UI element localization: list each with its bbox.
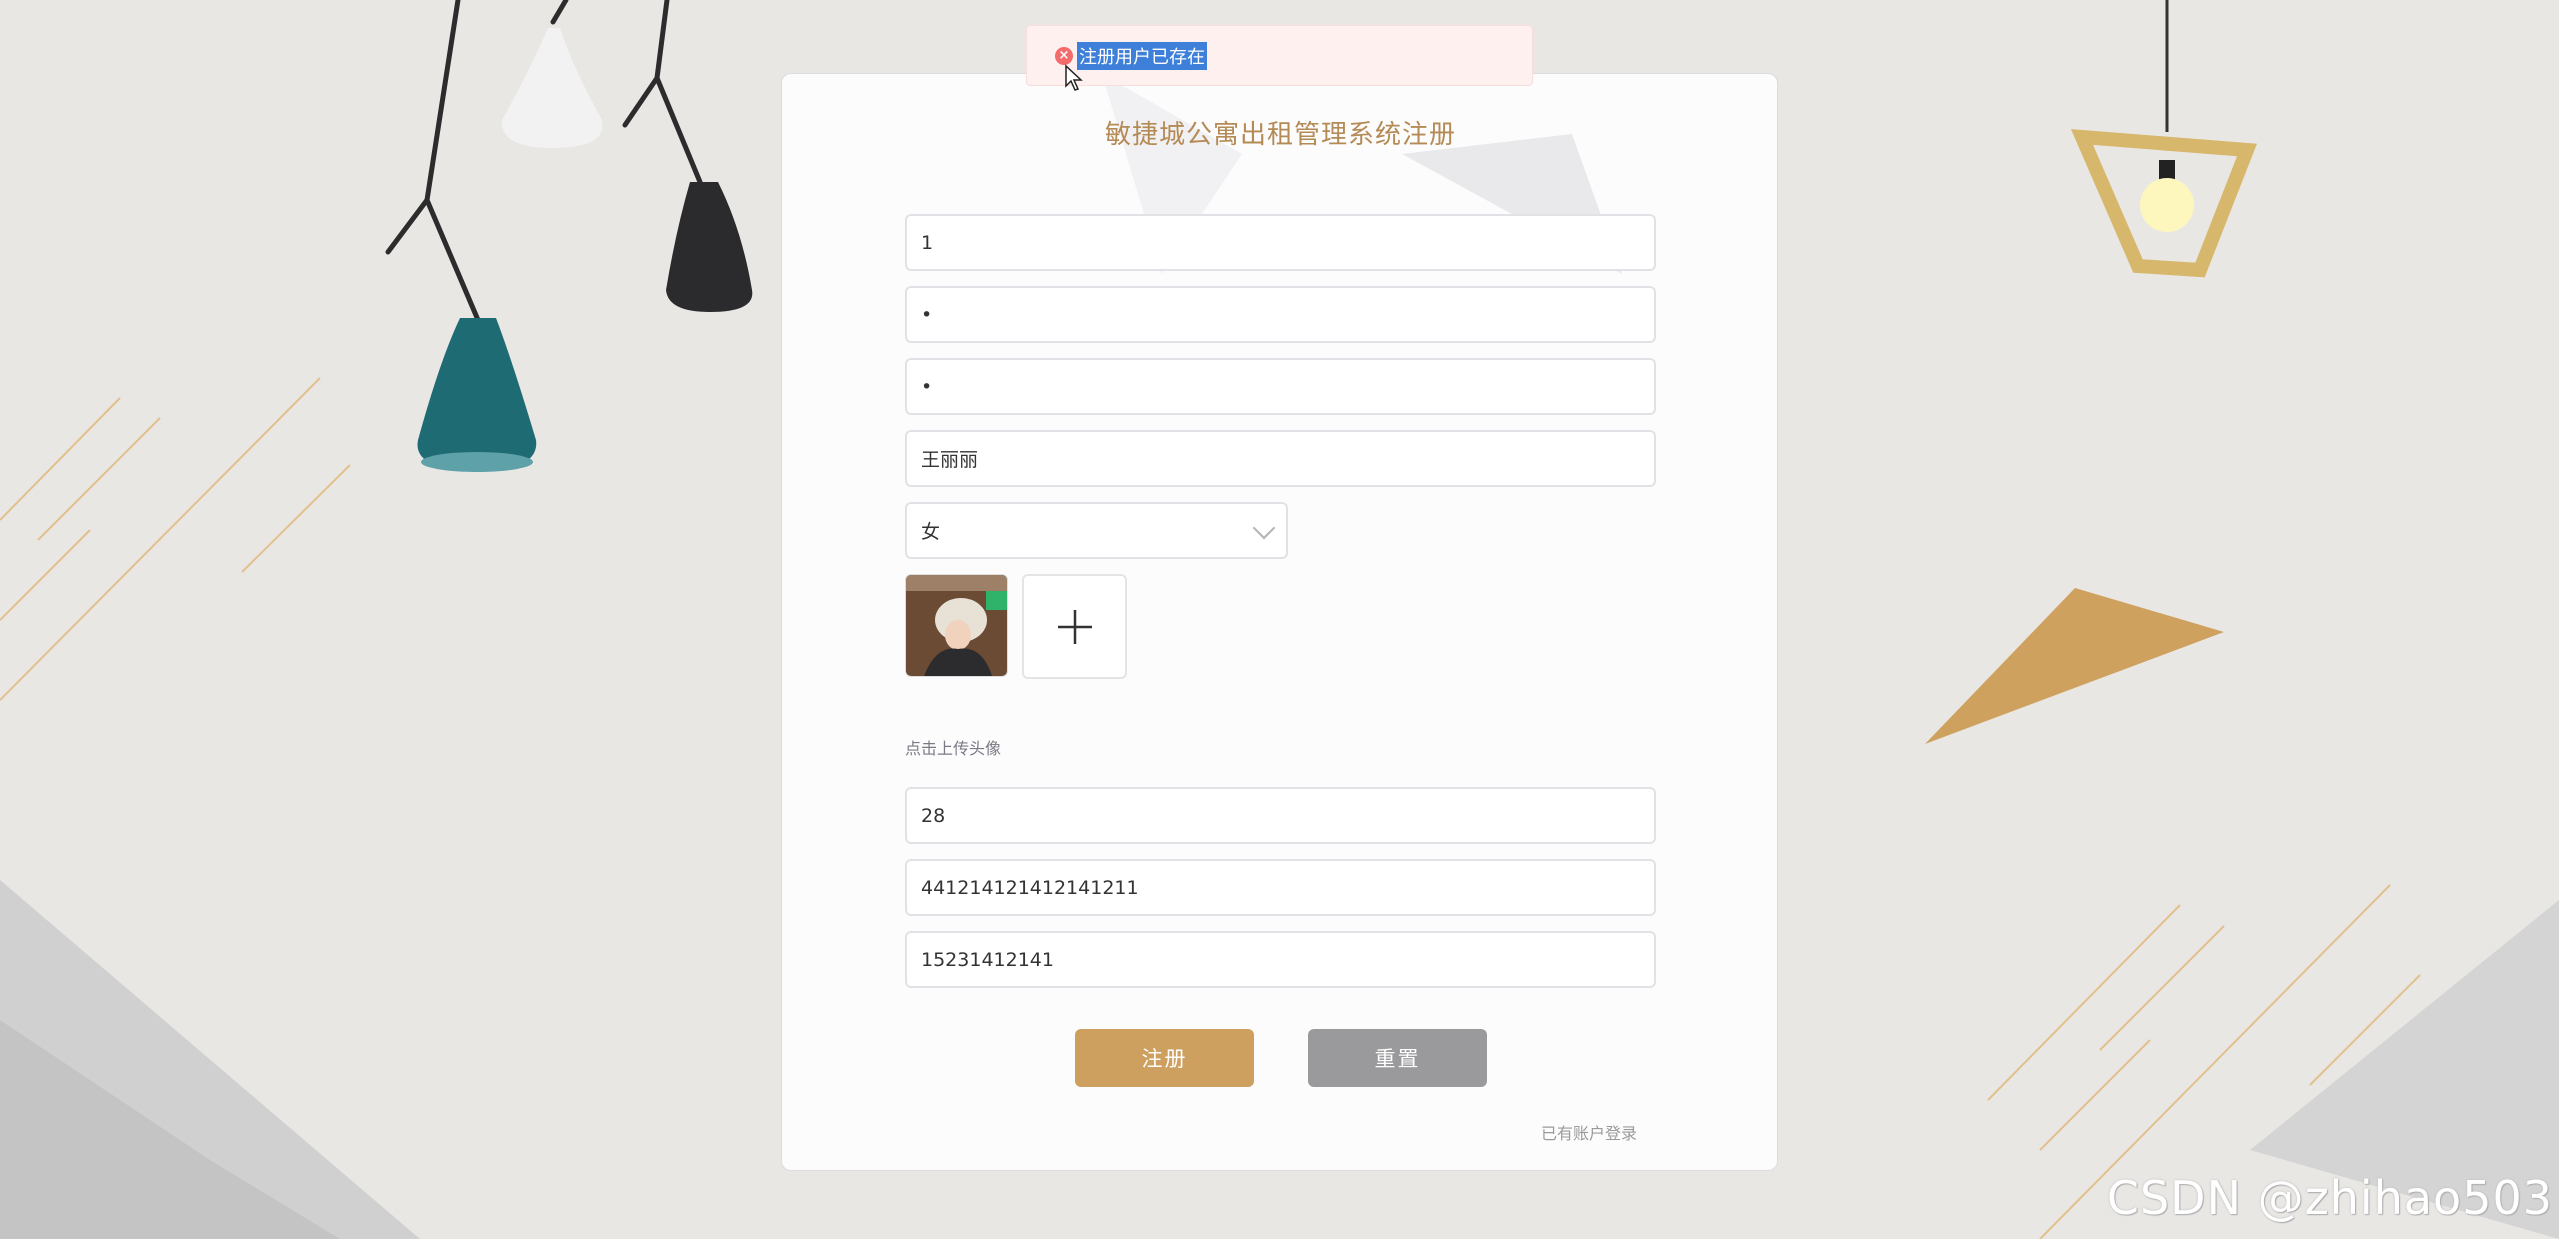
avatar-preview[interactable] [905,574,1008,677]
gender-select-value: 女 [921,521,941,543]
avatar-upload-button[interactable] [1022,574,1127,679]
age-field[interactable]: 28 [905,787,1656,844]
page-title: 敏捷城公寓出租管理系统注册 [1104,120,1456,150]
confirm-password-field[interactable]: • [905,358,1656,415]
toast-message: 注册用户已存在 [1077,41,1207,70]
plus-icon [1057,609,1092,644]
mouse-cursor-icon [1065,64,1083,91]
name-field[interactable]: 王丽丽 [905,430,1656,487]
phone-field[interactable]: 15231412141 [905,931,1656,988]
gender-select[interactable]: 女 [905,502,1288,559]
id-card-field[interactable]: 441214121412141211 [905,859,1656,916]
password-field[interactable]: • [905,286,1656,343]
register-card: 敏捷城公寓出租管理系统注册 1 • • 王丽丽 女 点击上传头像 28 4412… [781,73,1778,1171]
register-button[interactable]: 注册 [1075,1029,1254,1087]
reset-button[interactable]: 重置 [1308,1029,1487,1087]
chevron-down-icon [1252,516,1276,539]
error-toast: × 注册用户已存在 [1026,25,1533,86]
account-field[interactable]: 1 [905,214,1656,271]
login-link[interactable]: 已有账户登录 [1541,1120,1637,1144]
error-circle-icon: × [1055,46,1073,65]
watermark: CSDN @zhihao503 [2106,1171,2553,1225]
avatar-upload-hint: 点击上传头像 [905,739,1002,758]
